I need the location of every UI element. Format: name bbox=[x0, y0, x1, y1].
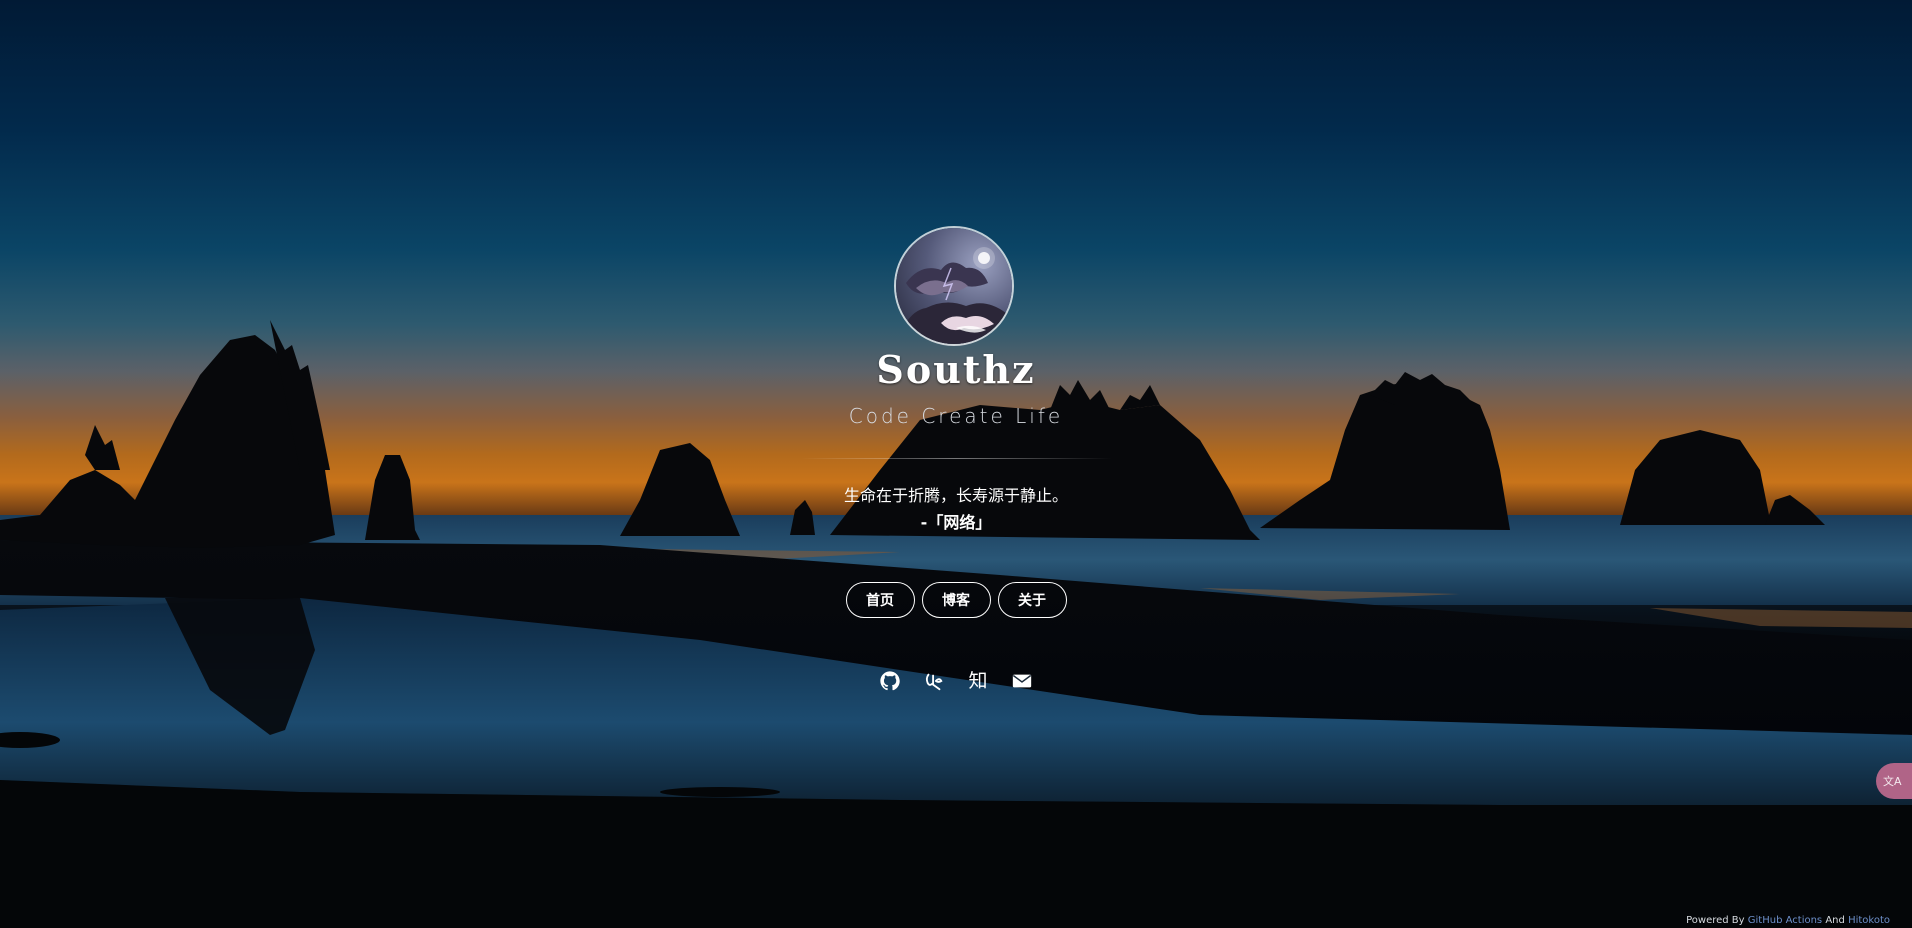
divider bbox=[800, 458, 1112, 459]
nav-home-button[interactable]: 首页 bbox=[845, 582, 915, 618]
csdn-icon[interactable] bbox=[922, 669, 946, 693]
footer: Powered By GitHub Actions And Hitokoto bbox=[1686, 915, 1890, 926]
hitokoto-source: -「网络」 bbox=[920, 513, 992, 532]
github-actions-link[interactable]: GitHub Actions bbox=[1748, 915, 1822, 926]
hitokoto-quote: 生命在于折腾，长寿源于静止。 bbox=[843, 486, 1068, 505]
github-icon[interactable] bbox=[878, 669, 902, 693]
translate-icon: 文A bbox=[1883, 775, 1902, 788]
landing-page: Southz Code Create Life 生命在于折腾，长寿源于静止。 -… bbox=[0, 0, 1912, 928]
footer-prefix: Powered By bbox=[1686, 915, 1745, 926]
zhihu-glyph: 知 bbox=[968, 670, 988, 692]
nav-blog-button[interactable]: 博客 bbox=[921, 582, 991, 618]
avatar-image bbox=[896, 228, 1012, 344]
background-scenery bbox=[0, 320, 1912, 928]
site-tagline: Code Create Life bbox=[848, 404, 1064, 428]
zhihu-icon[interactable]: 知 bbox=[966, 669, 990, 693]
social-links: 知 bbox=[0, 669, 1912, 693]
email-icon[interactable] bbox=[1010, 669, 1034, 693]
footer-and: And bbox=[1825, 915, 1845, 926]
site-title: Southz bbox=[876, 347, 1036, 392]
hitokoto-link[interactable]: Hitokoto bbox=[1848, 915, 1890, 926]
translate-button[interactable]: 文A bbox=[1876, 763, 1912, 799]
avatar bbox=[894, 226, 1014, 346]
nav-buttons: 首页 博客 关于 bbox=[0, 582, 1912, 618]
nav-about-button[interactable]: 关于 bbox=[997, 582, 1067, 618]
